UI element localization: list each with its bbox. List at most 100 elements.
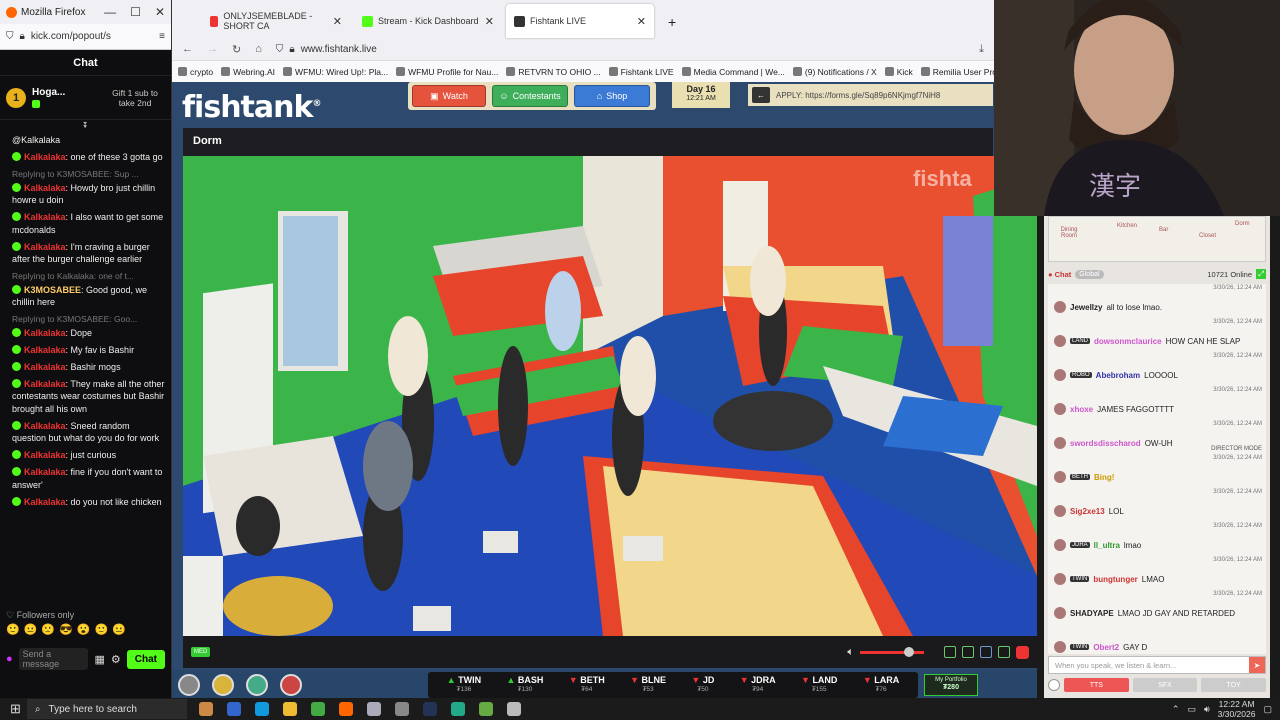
contestant-stock[interactable]: ▼ BLNE ₮53 bbox=[630, 675, 666, 695]
tts-button[interactable]: TTS bbox=[1064, 678, 1129, 692]
back-arrow-icon[interactable]: ← bbox=[752, 87, 770, 103]
site-chat-username[interactable]: Bing! bbox=[1094, 473, 1114, 482]
chat-username[interactable]: Kalkalaka bbox=[24, 183, 66, 193]
chat-username[interactable]: Kalkalaka bbox=[24, 362, 66, 372]
app-icon[interactable] bbox=[394, 702, 409, 716]
site-chat-username[interactable]: Obert2 bbox=[1093, 643, 1119, 652]
chat-username[interactable]: Kalkalaka bbox=[24, 212, 66, 222]
app-icon[interactable] bbox=[226, 702, 241, 716]
volume-icon[interactable]: 🔊︎ bbox=[1204, 704, 1210, 715]
menu-icon[interactable]: ≡ bbox=[159, 31, 165, 42]
volume-icon[interactable]: 🔈︎ bbox=[847, 646, 854, 659]
gift-icon[interactable]: ▦ bbox=[94, 653, 104, 666]
bookmark-item[interactable]: WFMU: Wired Up!: Pla... bbox=[283, 67, 388, 77]
app-icon[interactable] bbox=[478, 702, 493, 716]
new-tab-icon[interactable]: + bbox=[658, 14, 686, 38]
browser-tab[interactable]: ONLYJSEMEBLADE - SHORT CA ✕ bbox=[202, 4, 350, 38]
bookmark-item[interactable]: Webring.AI bbox=[221, 67, 275, 77]
emote-icon[interactable]: 😎 bbox=[59, 623, 73, 641]
app-icon[interactable] bbox=[366, 702, 381, 716]
chat-username[interactable]: Kalkalaka bbox=[24, 242, 66, 252]
taskbar-search[interactable]: ⌕ Type here to search bbox=[26, 699, 187, 719]
tray-chevron-icon[interactable]: ⌃ bbox=[1172, 704, 1180, 715]
start-icon[interactable]: ⊞ bbox=[10, 701, 21, 717]
emote-icon[interactable]: 😐 bbox=[112, 623, 126, 641]
map-room[interactable]: Dining Room bbox=[1055, 227, 1083, 239]
record-button-icon[interactable] bbox=[1016, 645, 1029, 659]
apply-text[interactable]: APPLY: https://forms.gle/Sq89p6NKjmgf7Ni… bbox=[776, 91, 940, 100]
livestream-video[interactable]: fishta bbox=[183, 156, 1037, 636]
portfolio-widget[interactable]: My Portfolio ₮280 bbox=[924, 674, 978, 696]
chat-username[interactable]: Kalkalaka bbox=[24, 497, 66, 507]
emote-icon[interactable]: 😐 bbox=[24, 623, 38, 641]
bookmark-item[interactable]: Kick bbox=[884, 67, 913, 77]
chat-tab[interactable]: ● Chat bbox=[1048, 270, 1071, 279]
house-map[interactable]: Dining Room Kitchen Bar Closet Dorm bbox=[1048, 216, 1266, 262]
network-icon[interactable]: ▭ bbox=[1187, 704, 1196, 715]
global-tab[interactable]: Global bbox=[1075, 269, 1104, 279]
emote-icon[interactable]: 😮 bbox=[77, 623, 91, 641]
apply-banner[interactable]: ← APPLY: https://forms.gle/Sq89p6NKjmgf7N… bbox=[748, 84, 993, 106]
app-icon[interactable] bbox=[506, 702, 521, 716]
theater-button-icon[interactable] bbox=[980, 646, 992, 658]
bookmark-item[interactable]: (9) Notifications / X bbox=[792, 67, 877, 77]
expand-icon[interactable]: ⤢ bbox=[1256, 269, 1266, 279]
site-chat-username[interactable]: swordsdisscharod bbox=[1070, 439, 1141, 448]
map-room[interactable]: Bar bbox=[1159, 227, 1168, 233]
volume-slider-handle[interactable] bbox=[904, 646, 914, 657]
contestant-stock[interactable]: ▼ BETH ₮64 bbox=[569, 675, 605, 695]
chrome-icon[interactable] bbox=[310, 702, 325, 716]
tab-close-icon[interactable]: ✕ bbox=[485, 15, 494, 28]
avatar[interactable] bbox=[1054, 335, 1066, 347]
avatar[interactable] bbox=[1054, 369, 1066, 381]
kick-url-bar[interactable]: ⛉ 🔒︎ kick.com/popout/s ≡ bbox=[0, 24, 171, 50]
avatar[interactable] bbox=[1054, 403, 1066, 415]
fullscreen-button-icon[interactable] bbox=[998, 646, 1010, 658]
avatar[interactable] bbox=[1054, 471, 1066, 483]
map-room[interactable]: Closet bbox=[1199, 233, 1216, 239]
chat-username[interactable]: K3MOSABEE bbox=[24, 285, 81, 295]
item-icon[interactable] bbox=[246, 674, 268, 696]
emote-icon[interactable]: 🙂 bbox=[6, 623, 20, 641]
home-icon[interactable]: ⌂ bbox=[255, 43, 262, 55]
reload-icon[interactable]: ↻ bbox=[232, 43, 241, 56]
avatar[interactable] bbox=[1054, 437, 1066, 449]
coin-icon[interactable] bbox=[212, 674, 234, 696]
kick-url[interactable]: kick.com/popout/s bbox=[31, 31, 153, 42]
address-bar[interactable]: ⛉ 🔒︎ www.fishtank.live bbox=[276, 39, 965, 59]
clip-button-icon[interactable] bbox=[962, 646, 974, 658]
alert-icon[interactable] bbox=[280, 674, 302, 696]
folder-icon[interactable] bbox=[282, 702, 297, 716]
contestant-stock[interactable]: ▲ BASH ₮130 bbox=[506, 675, 543, 695]
mic-icon[interactable]: ● bbox=[6, 653, 13, 665]
browser-tab[interactable]: Stream - Kick Dashboard ✕ bbox=[354, 4, 502, 38]
avatar[interactable] bbox=[1054, 641, 1066, 653]
close-button[interactable]: ✕ bbox=[155, 5, 165, 19]
map-room[interactable]: Dorm bbox=[1235, 221, 1250, 227]
bookmark-item[interactable]: RETVRN TO OHIO ... bbox=[506, 67, 601, 77]
site-chat-input[interactable]: When you speak, we listen & learn... ➤ bbox=[1048, 656, 1266, 674]
site-chat-username[interactable]: xhoxe bbox=[1070, 405, 1093, 414]
pinned-gifter[interactable]: 1 Hoga... Gift 1 sub to take 2nd bbox=[0, 76, 171, 120]
fishtank-logo[interactable]: fishtank® bbox=[182, 90, 321, 125]
toy-button[interactable]: TOY bbox=[1201, 678, 1267, 692]
send-icon[interactable]: ➤ bbox=[1249, 657, 1265, 673]
avatar[interactable] bbox=[1054, 573, 1066, 585]
contestant-stock[interactable]: ▼ LAND ₮155 bbox=[801, 675, 837, 695]
forward-icon[interactable]: → bbox=[207, 43, 218, 55]
avatar[interactable] bbox=[1054, 505, 1066, 517]
map-room[interactable]: Kitchen bbox=[1117, 223, 1137, 229]
chat-username[interactable]: Kalkalaka bbox=[24, 421, 66, 431]
pip-button-icon[interactable] bbox=[944, 646, 956, 658]
emote-row[interactable]: 🙂 😐 🙁 😎 😮 🙂 😐 bbox=[0, 623, 171, 641]
bookmark-item[interactable]: Media Command | We... bbox=[681, 67, 785, 77]
avatar[interactable] bbox=[1054, 607, 1066, 619]
avatar[interactable] bbox=[1054, 301, 1066, 313]
gift-sub-button[interactable]: Gift 1 sub to take 2nd bbox=[105, 88, 165, 108]
quality-badge[interactable]: MED bbox=[191, 647, 211, 657]
app-icon[interactable] bbox=[198, 702, 213, 716]
maximize-button[interactable]: ☐ bbox=[130, 5, 141, 19]
contestant-stock[interactable]: ▼ LARA ₮76 bbox=[863, 675, 899, 695]
bookmark-item[interactable]: crypto bbox=[178, 67, 213, 77]
site-chat-username[interactable]: bungtunger bbox=[1093, 575, 1137, 584]
